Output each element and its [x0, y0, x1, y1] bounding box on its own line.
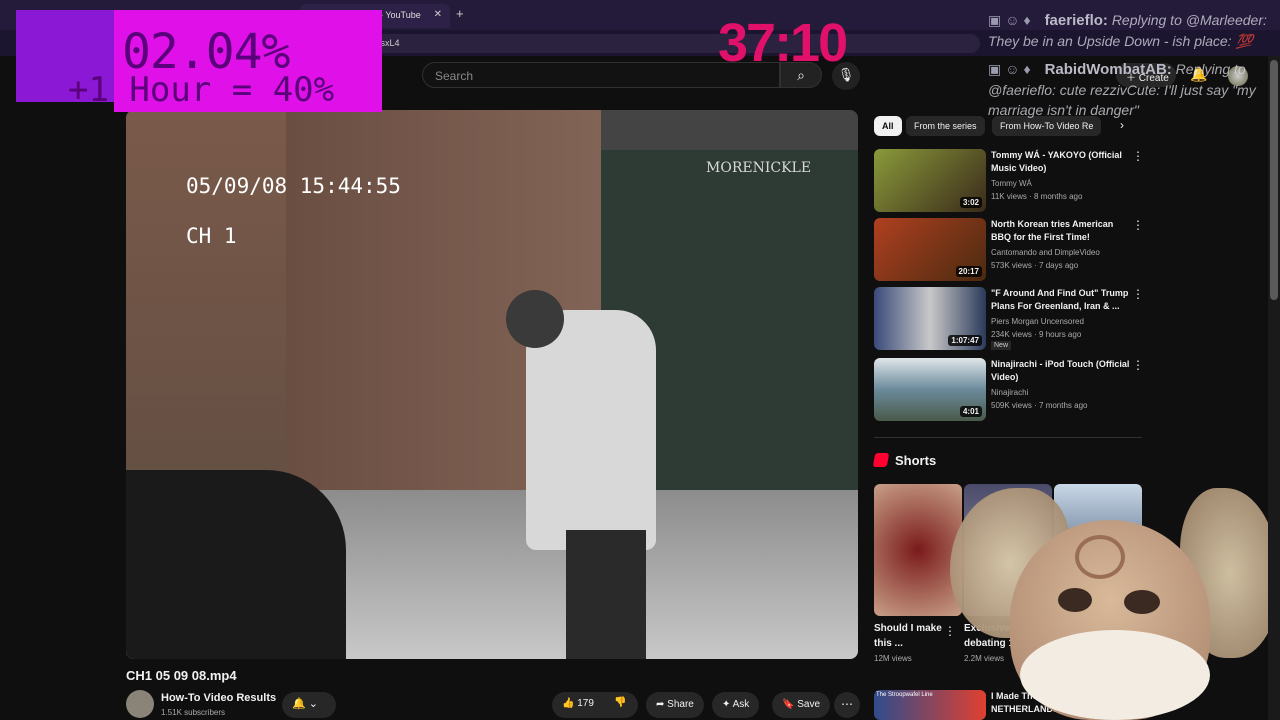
video-player[interactable]: 05/09/08 15:44:55 CH 1 MORENICKLE: [126, 110, 858, 659]
chat-message: ▣☺♦ faerieflo: Replying to @Marleeder: T…: [988, 10, 1268, 51]
thumbs-down-icon[interactable]: 👎: [614, 697, 626, 708]
recommended-meta: 234K views · 9 hours ago: [991, 330, 1082, 339]
section-divider: [874, 437, 1142, 438]
ask-button[interactable]: ✦ Ask: [712, 692, 760, 718]
recommended-title[interactable]: North Korean tries American BBQ for the …: [991, 218, 1131, 244]
subscriber-count: 1.51K subscribers: [161, 708, 226, 717]
thumbs-up-icon[interactable]: 👍: [562, 698, 574, 709]
share-label: Share: [667, 699, 694, 710]
bell-icon: 🔔: [292, 698, 306, 710]
mascot-eye: [1124, 590, 1160, 614]
video-scene-person-head: [506, 290, 564, 348]
stream-chat-overlay: ▣☺♦ faerieflo: Replying to @Marleeder: T…: [988, 10, 1268, 128]
recommended-channel[interactable]: Cantomando and DimpleVideo: [991, 248, 1131, 257]
video-duration: 20:17: [955, 266, 982, 277]
camera-timestamp: 05/09/08 15:44:55: [186, 174, 401, 198]
recommended-video[interactable]: 20:17 North Korean tries American BBQ fo…: [874, 218, 1144, 282]
more-vertical-icon[interactable]: ⋮: [1132, 358, 1144, 372]
address-bar[interactable]: vQ0sxL4: [320, 34, 980, 53]
recommended-video[interactable]: 3:02 Tommy WÁ - YAKOYO (Official Music V…: [874, 149, 1144, 213]
channel-avatar[interactable]: [126, 690, 154, 718]
stream-timer: 37:10: [718, 13, 848, 73]
thumbnail-caption: The Stroopwafel Line: [876, 692, 933, 698]
more-actions-button[interactable]: ⋯: [834, 692, 860, 718]
ask-label: Ask: [732, 699, 750, 710]
recommended-title[interactable]: "F Around And Find Out" Trump Plans For …: [991, 287, 1131, 313]
mascot-eye: [1058, 588, 1092, 612]
video-duration: 3:02: [959, 197, 982, 208]
short-views: 12M views: [874, 654, 912, 663]
recommended-title[interactable]: Ninajirachi - iPod Touch (Official Video…: [991, 358, 1131, 384]
mascot-fluff: [1020, 630, 1210, 720]
more-vertical-icon[interactable]: ⋮: [1132, 287, 1144, 301]
share-button[interactable]: ➦ Share: [646, 692, 704, 718]
page-scrollbar[interactable]: [1268, 56, 1280, 720]
like-dislike-group[interactable]: 👍 179 👎: [552, 692, 638, 718]
recommended-video[interactable]: 1:07:47 "F Around And Find Out" Trump Pl…: [874, 287, 1144, 351]
new-badge: New: [991, 341, 1012, 350]
new-tab-button[interactable]: +: [456, 6, 464, 21]
chat-badge-icons: ▣☺♦: [988, 12, 1035, 28]
more-vertical-icon[interactable]: ⋮: [1132, 218, 1144, 232]
recommended-meta: 509K views · 7 months ago: [991, 401, 1088, 410]
chat-message: ▣☺♦ RabidWombatAB: Replying to @faeriefl…: [988, 59, 1268, 120]
chevron-down-icon: ⌄: [308, 698, 318, 710]
video-title: CH1 05 09 08.mp4: [126, 668, 237, 683]
video-duration: 4:01: [959, 406, 982, 417]
chat-username: RabidWombatAB:: [1044, 61, 1172, 78]
chalkboard-text: MORENICKLE: [706, 160, 812, 176]
video-duration: 1:07:47: [948, 335, 982, 346]
video-scene-chair: [126, 470, 346, 659]
recommended-video[interactable]: 4:01 Ninajirachi - iPod Touch (Official …: [874, 358, 1144, 422]
short-thumbnail[interactable]: [874, 484, 962, 616]
like-count: 179: [577, 698, 594, 709]
short-views: 2.2M views: [964, 654, 1005, 663]
short-title[interactable]: Should I make this ...: [874, 621, 944, 651]
close-tab-icon[interactable]: ✕: [434, 9, 442, 20]
chip-from-the-series[interactable]: From the series: [906, 116, 985, 136]
subscription-bell-button[interactable]: 🔔 ⌄: [282, 692, 336, 718]
recommended-meta: 11K views · 8 months ago: [991, 192, 1083, 201]
search-placeholder: Search: [435, 69, 474, 83]
shorts-heading: Shorts: [895, 453, 937, 468]
share-icon: ➦: [656, 699, 668, 710]
camera-channel: CH 1: [186, 224, 237, 248]
video-thumbnail[interactable]: 3:02: [874, 149, 986, 212]
video-thumbnail[interactable]: The Stroopwafel Line: [874, 690, 986, 720]
video-thumbnail[interactable]: 1:07:47: [874, 287, 986, 350]
recommended-channel[interactable]: Piers Morgan Uncensored: [991, 317, 1131, 326]
recommended-channel[interactable]: Ninajirachi: [991, 388, 1131, 397]
shorts-icon: [872, 453, 890, 467]
save-button[interactable]: 🔖 Save: [772, 692, 831, 718]
stream-counter-overlay: 02.04% +1 Hour = 40%: [16, 10, 382, 112]
more-vertical-icon[interactable]: ⋮: [1132, 149, 1144, 163]
channel-name[interactable]: How-To Video Results: [161, 692, 276, 704]
more-horizontal-icon: ⋯: [841, 697, 853, 711]
counter-hour-rate: +1 Hour = 40%: [68, 70, 335, 110]
recommended-channel[interactable]: Tommy WÁ: [991, 179, 1131, 188]
sparkle-icon: ✦: [722, 699, 733, 710]
scrollbar-thumb[interactable]: [1270, 60, 1278, 300]
chat-username: faerieflo:: [1044, 12, 1108, 29]
save-label: Save: [797, 699, 821, 710]
more-vertical-icon[interactable]: ⋮: [944, 624, 956, 638]
video-thumbnail[interactable]: 20:17: [874, 218, 986, 281]
recommended-title[interactable]: Tommy WÁ - YAKOYO (Official Music Video): [991, 149, 1131, 175]
video-scene-person-legs: [566, 530, 646, 659]
mascot-spiral: [1075, 535, 1125, 579]
recommended-meta: 573K views · 7 days ago: [991, 261, 1079, 270]
video-thumbnail[interactable]: 4:01: [874, 358, 986, 421]
chat-badge-icons: ▣☺♦: [988, 61, 1035, 77]
bookmark-icon: 🔖: [782, 699, 798, 710]
chip-all[interactable]: All: [874, 116, 902, 136]
